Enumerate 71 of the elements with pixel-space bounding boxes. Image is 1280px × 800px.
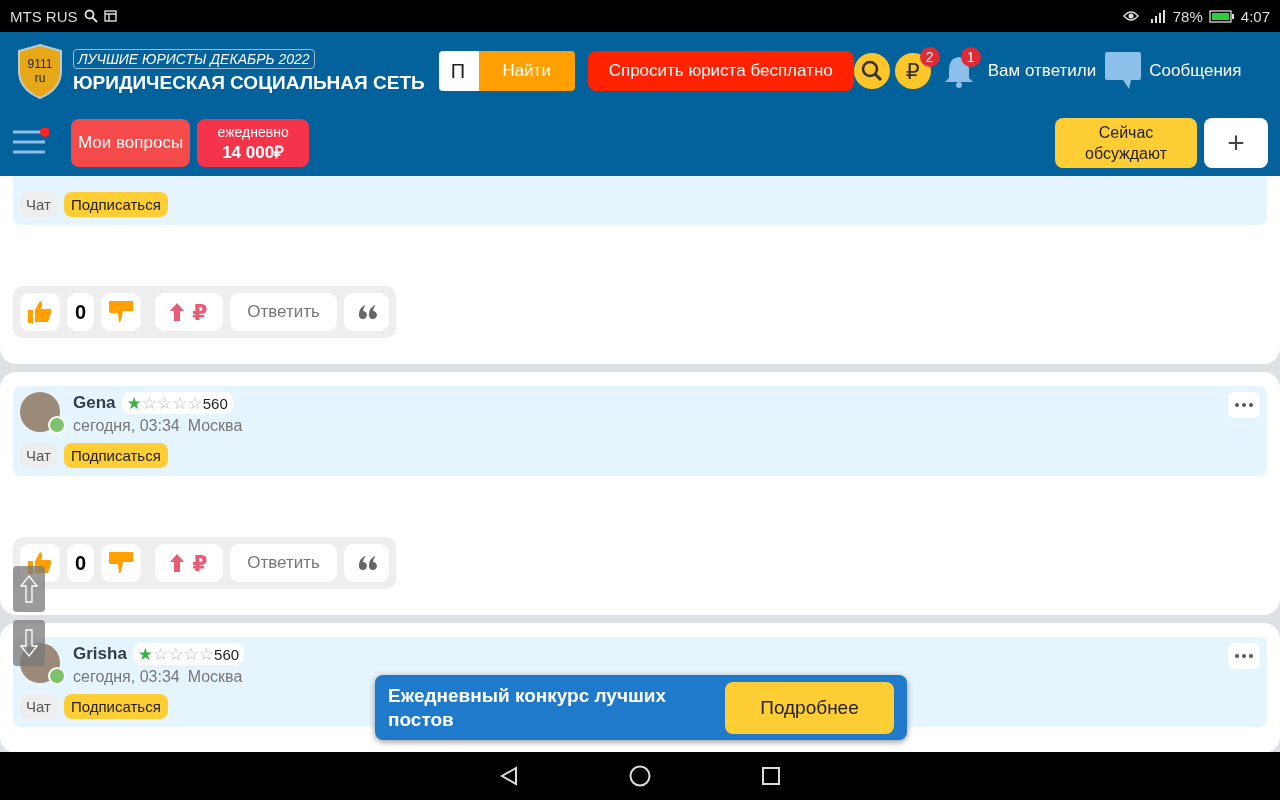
search-button[interactable] <box>853 53 890 89</box>
scroll-down-button[interactable] <box>13 620 45 666</box>
more-button[interactable] <box>1228 392 1260 418</box>
post-city: Москва <box>187 668 243 686</box>
subscribe-button[interactable]: Подписаться <box>63 694 168 719</box>
quote-icon <box>356 305 377 319</box>
chat-button[interactable]: Чат <box>20 443 57 468</box>
subscribe-button[interactable]: Подписаться <box>63 192 168 217</box>
arrow-up-icon <box>20 575 38 603</box>
arrow-up-icon <box>170 303 185 321</box>
daily-prize-button[interactable]: ежедневно 14 000₽ <box>197 119 310 167</box>
reply-button[interactable]: Ответить <box>230 293 337 331</box>
rating-score: 560 <box>214 645 240 663</box>
discussed-button[interactable]: Сейчас обсуждают <box>1055 118 1197 168</box>
author-name[interactable]: Grisha <box>73 644 127 664</box>
contest-text: Ежедневный конкурс лучших постов <box>388 683 668 732</box>
logo-text: ru <box>34 71 46 85</box>
vote-count: 0 <box>67 293 94 331</box>
search-field[interactable]: П <box>438 51 479 91</box>
reply-button[interactable]: Ответить <box>230 544 337 582</box>
recent-apps-icon[interactable] <box>761 766 781 786</box>
more-button[interactable] <box>1228 643 1260 669</box>
post-time: сегодня, 03:34 <box>73 417 180 435</box>
calendar-icon <box>103 10 117 22</box>
more-icon <box>1235 403 1253 407</box>
promo-label: ЛУЧШИЕ ЮРИСТЫ ДЕКАБРЬ 2022 <box>73 48 315 69</box>
dislike-button[interactable] <box>101 293 141 331</box>
eye-icon <box>1122 10 1139 22</box>
search-icon <box>83 9 98 23</box>
tip-button[interactable]: ₽ <box>155 293 223 331</box>
thumbs-up-icon <box>28 301 52 323</box>
post-city: Москва <box>187 417 243 435</box>
my-questions-button[interactable]: Мои вопросы <box>71 119 191 167</box>
dislike-button[interactable] <box>101 544 141 582</box>
star-rating: ★☆☆☆☆ <box>126 393 203 413</box>
ask-lawyer-button[interactable]: Спросить юриста бесплатно <box>587 51 854 91</box>
add-button[interactable]: + <box>1204 118 1268 168</box>
thumbs-down-icon <box>109 301 133 323</box>
clock-time: 4:07 <box>1240 7 1270 25</box>
notification-badge: 1 <box>960 47 981 67</box>
chat-button[interactable]: Чат <box>20 694 57 719</box>
battery-icon <box>1208 9 1235 23</box>
tip-button[interactable]: ₽ <box>155 544 223 582</box>
chat-bubble-icon[interactable] <box>1105 52 1142 90</box>
like-button[interactable] <box>20 293 60 331</box>
quote-icon <box>356 556 377 570</box>
home-icon[interactable] <box>629 765 651 787</box>
author-name[interactable]: Gena <box>73 393 116 413</box>
messages-link[interactable]: Сообщения <box>1149 61 1242 81</box>
back-icon[interactable] <box>499 766 519 786</box>
answers-link[interactable]: Вам ответили <box>987 61 1097 81</box>
quote-button[interactable] <box>344 293 389 331</box>
search-icon <box>859 59 884 83</box>
thumbs-down-icon <box>109 552 133 574</box>
vote-count: 0 <box>67 544 94 582</box>
carrier-name: MTS RUS <box>10 7 78 25</box>
chat-button[interactable]: Чат <box>20 192 57 217</box>
notification-badge: 2 <box>919 47 940 67</box>
battery-percent: 78% <box>1172 7 1203 25</box>
arrow-up-icon <box>170 554 185 572</box>
rating-score: 560 <box>202 394 228 412</box>
post-time: сегодня, 03:34 <box>73 668 180 686</box>
site-title: ЮРИДИЧЕСКАЯ СОЦИАЛЬНАЯ СЕТЬ <box>73 71 425 94</box>
star-rating: ★☆☆☆☆ <box>137 644 215 664</box>
logo-text: 9111 <box>27 57 53 71</box>
details-button[interactable]: Подробнее <box>725 681 894 734</box>
subscribe-button[interactable]: Подписаться <box>63 443 168 468</box>
more-icon <box>1235 654 1253 658</box>
scroll-up-button[interactable] <box>13 566 45 612</box>
arrow-down-icon <box>20 629 38 657</box>
quote-button[interactable] <box>344 544 389 582</box>
